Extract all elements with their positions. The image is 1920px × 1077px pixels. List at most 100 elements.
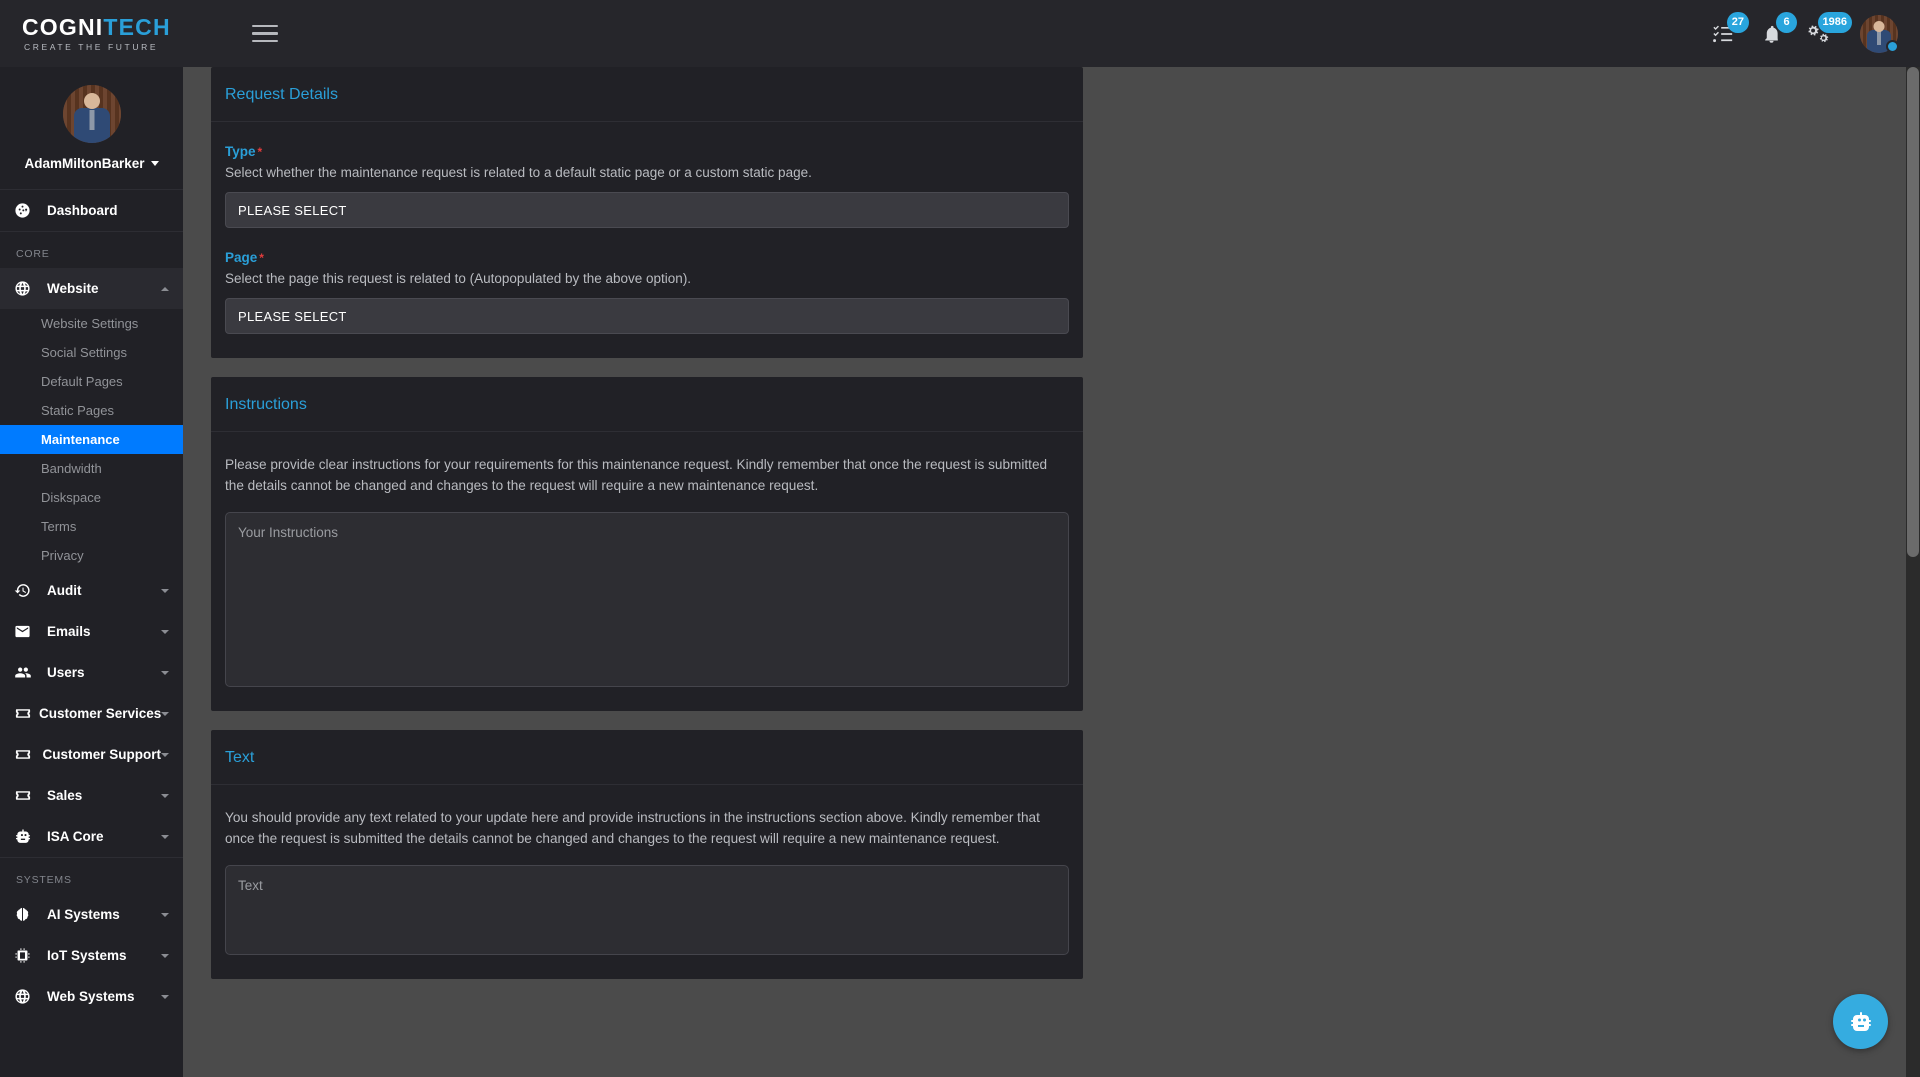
chevron-down-icon — [161, 752, 169, 757]
brand-logo[interactable]: COGNITECH CREATE THE FUTURE — [0, 15, 225, 51]
menu-toggle-icon[interactable] — [252, 23, 278, 45]
brand-tagline: CREATE THE FUTURE — [24, 41, 159, 52]
sidebar-item-social-settings[interactable]: Social Settings — [0, 338, 183, 367]
chevron-down-icon — [161, 629, 169, 634]
brain-icon — [14, 906, 40, 923]
main-content: Request Details Type * Select whether the… — [183, 67, 1920, 1077]
settings-badge: 1986 — [1817, 11, 1852, 33]
hamburger-bar — [252, 24, 278, 28]
chevron-down-icon — [161, 953, 169, 958]
sidebar-group-customer-services[interactable]: Customer Services — [0, 693, 183, 734]
sidebar-group-emails-label: Emails — [47, 624, 91, 639]
notifications-badge: 6 — [1776, 11, 1797, 33]
sidebar-item-dashboard-label: Dashboard — [47, 203, 118, 218]
sidebar-group-audit-label: Audit — [47, 583, 82, 598]
sidebar-group-sales[interactable]: Sales — [0, 775, 183, 816]
notifications-button[interactable]: 6 — [1754, 11, 1797, 51]
card-text-header: Text — [211, 730, 1083, 786]
sidebar-item-diskspace[interactable]: Diskspace — [0, 483, 183, 512]
sidebar-item-dashboard[interactable]: Dashboard — [0, 190, 183, 231]
card-text-title: Text — [225, 749, 255, 767]
sidebar-item-static-pages[interactable]: Static Pages — [0, 396, 183, 425]
text-textarea[interactable]: Text — [225, 865, 1069, 956]
sidebar-section-systems: SYSTEMS AI Systems IoT Systems Web Syste… — [0, 857, 183, 1017]
sidebar-item-privacy[interactable]: Privacy — [0, 541, 183, 570]
profile-name-dropdown[interactable]: AdamMiltonBarker — [24, 156, 159, 171]
field-page-label: Page * — [225, 250, 1069, 265]
dashboard-icon — [14, 202, 40, 219]
microchip-icon — [14, 947, 40, 964]
instructions-description: Please provide clear instructions for yo… — [225, 457, 1048, 494]
required-marker: * — [259, 251, 264, 265]
globe-icon — [14, 280, 40, 297]
field-type: Type * Select whether the maintenance req… — [225, 144, 1069, 228]
chevron-down-icon — [161, 711, 170, 716]
sidebar-nav-top: Dashboard — [0, 190, 183, 232]
history-icon — [14, 582, 40, 599]
sidebar-section-core-title: CORE — [16, 248, 50, 260]
chevron-down-icon — [161, 994, 169, 999]
sidebar-group-sales-label: Sales — [47, 788, 83, 803]
profile-head — [83, 93, 100, 110]
profile-name-label: AdamMiltonBarker — [24, 156, 145, 171]
sidebar-group-emails[interactable]: Emails — [0, 611, 183, 652]
tasks-button[interactable]: 27 — [1706, 11, 1749, 51]
brand-name-part1: COGNI — [22, 14, 104, 41]
ticket-icon — [14, 705, 32, 722]
hamburger-bar — [252, 39, 278, 43]
card-text: Text You should provide any text related… — [211, 730, 1083, 980]
sidebar-group-customer-services-label: Users — [47, 665, 85, 680]
sidebar-group-web-systems[interactable]: Web Systems — [0, 976, 183, 1017]
card-request-details: Request Details Type * Select whether the… — [211, 67, 1083, 358]
card-request-details-title: Request Details — [225, 86, 338, 103]
brand-name-part2: TECH — [103, 14, 171, 41]
sidebar-group-customer-support[interactable]: Customer Support — [0, 734, 183, 775]
caret-down-icon — [150, 161, 159, 166]
robot-icon — [1850, 1011, 1871, 1031]
globe-icon — [14, 988, 40, 1005]
user-avatar-button[interactable] — [1860, 14, 1899, 53]
sidebar-group-web-systems-label: Web Systems — [47, 989, 135, 1004]
chevron-down-icon — [161, 912, 169, 917]
sidebar-group-audit[interactable]: Audit — [0, 570, 183, 611]
type-select[interactable]: PLEASE SELECT — [225, 192, 1069, 228]
sidebar-item-terms[interactable]: Terms — [0, 512, 183, 541]
sidebar-profile: AdamMiltonBarker — [0, 67, 183, 190]
sidebar-group-website[interactable]: Website — [0, 268, 183, 309]
card-request-details-header: Request Details — [211, 67, 1083, 122]
settings-button[interactable]: 1986 — [1802, 11, 1852, 51]
top-bar-actions: 27 6 1986 — [1706, 0, 1920, 67]
card-text-body: You should provide any text related to y… — [211, 785, 1083, 979]
sidebar-group-users[interactable]: Users — [0, 652, 183, 693]
sidebar-item-default-pages[interactable]: Default Pages — [0, 367, 183, 396]
card-instructions-body: Please provide clear instructions for yo… — [211, 432, 1083, 711]
field-page: Page * Select the page this request is re… — [225, 250, 1069, 334]
robot-icon — [14, 828, 40, 845]
chevron-down-icon — [161, 793, 169, 798]
sidebar-group-customer-support-label: Customer Support — [42, 747, 161, 762]
sidebar-group-ai-systems[interactable]: AI Systems — [0, 894, 183, 935]
assistant-fab-button[interactable] — [1833, 994, 1888, 1049]
avatar-head — [1873, 20, 1885, 32]
sidebar: AdamMiltonBarker Dashboard CORE Website … — [0, 0, 183, 1077]
field-page-label-text: Page — [225, 250, 258, 265]
sidebar-item-maintenance[interactable]: Maintenance — [0, 425, 183, 454]
profile-picture[interactable] — [62, 85, 121, 143]
sidebar-group-iot-systems[interactable]: IoT Systems — [0, 935, 183, 976]
sidebar-item-bandwidth[interactable]: Bandwidth — [0, 454, 183, 483]
chevron-down-icon — [161, 834, 169, 839]
sidebar-group-isa-core[interactable]: ISA Core — [0, 816, 183, 857]
field-type-label: Type * — [225, 144, 1069, 159]
sidebar-item-website-settings[interactable]: Website Settings — [0, 309, 183, 338]
page-select[interactable]: PLEASE SELECT — [225, 298, 1069, 334]
card-instructions: Instructions Please provide clear instru… — [211, 377, 1083, 712]
required-marker: * — [257, 145, 263, 159]
page-scrollbar-thumb[interactable] — [1907, 67, 1919, 557]
sidebar-group-customer-services-label2: Customer Services — [39, 706, 162, 721]
sidebar-section-systems-title: SYSTEMS — [16, 874, 72, 886]
chevron-down-icon — [161, 588, 169, 593]
chevron-up-icon — [161, 286, 169, 291]
sidebar-group-ai-systems-label: AI Systems — [47, 907, 120, 922]
instructions-textarea[interactable]: Your Instructions — [225, 512, 1069, 688]
text-description: You should provide any text related to y… — [225, 810, 1040, 847]
